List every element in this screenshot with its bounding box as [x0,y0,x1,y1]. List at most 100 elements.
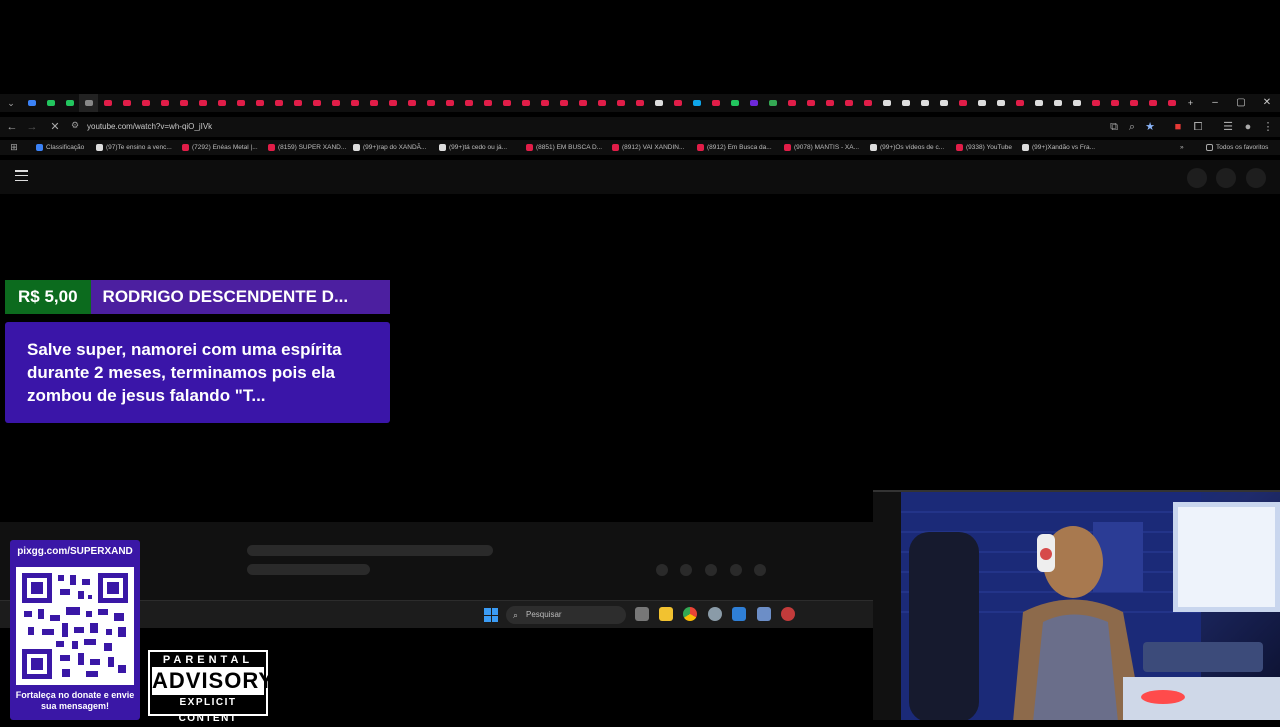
browser-tab[interactable] [402,94,421,112]
back-icon[interactable]: ← [4,119,20,135]
bookmark-item[interactable]: (99+)tá cedo ou já... [439,140,507,155]
browser-tab[interactable] [896,94,915,112]
browser-tab[interactable] [1162,94,1181,112]
browser-tab[interactable] [858,94,877,112]
browser-tab[interactable] [1086,94,1105,112]
bookmark-item[interactable]: (8851) EM BUSCA D... [526,140,602,155]
address-bar[interactable]: youtube.com/watch?v=wh-qiO_jIVk [87,120,212,134]
browser-tab[interactable] [877,94,896,112]
maximize-button[interactable]: ▢ [1228,94,1254,112]
browser-tab[interactable] [174,94,193,112]
browser-tab[interactable] [801,94,820,112]
sidebar-icon[interactable]: ☰ [1220,119,1236,135]
browser-tab[interactable] [79,94,98,112]
hamburger-menu-icon[interactable] [15,170,28,181]
bookmark-item[interactable]: (9338) YouTube [956,140,1012,155]
browser-tab[interactable] [269,94,288,112]
app-icon[interactable] [781,607,795,621]
bookmark-item[interactable]: (8912) Em Busca da... [697,140,772,155]
windows-start-icon[interactable] [484,608,498,622]
bookmark-item[interactable]: Classificação [36,140,84,155]
browser-tab[interactable] [345,94,364,112]
browser-tab[interactable] [383,94,402,112]
browser-tab[interactable] [136,94,155,112]
browser-tab[interactable] [782,94,801,112]
browser-tab[interactable] [250,94,269,112]
bookmark-item[interactable]: (8159) SUPER XAND... [268,140,346,155]
browser-tab[interactable] [60,94,79,112]
browser-tab[interactable] [231,94,250,112]
browser-tab[interactable] [953,94,972,112]
browser-tab[interactable] [288,94,307,112]
browser-tab[interactable] [649,94,668,112]
browser-tab[interactable] [1048,94,1067,112]
browser-tab[interactable] [1010,94,1029,112]
bookmark-star-icon[interactable]: ★ [1142,119,1158,135]
browser-tab[interactable] [839,94,858,112]
menu-icon[interactable]: ⋮ [1260,119,1276,135]
browser-tab[interactable] [516,94,535,112]
account-avatar[interactable] [1246,168,1266,188]
browser-tab[interactable] [611,94,630,112]
browser-tab[interactable] [687,94,706,112]
browser-tab[interactable] [478,94,497,112]
chrome-icon[interactable] [683,607,697,621]
extensions-icon[interactable]: ⧠ [1190,119,1206,135]
bookmark-item[interactable]: (7292) Enéas Metal |... [182,140,258,155]
bookmark-item[interactable]: (8912) VAI XANDIN... [612,140,684,155]
browser-tab[interactable] [22,94,41,112]
all-favorites[interactable]: Todos os favoritos [1206,140,1268,155]
browser-tab[interactable] [326,94,345,112]
taskbar-search[interactable]: ⌕ Pesquisar [506,606,626,624]
more-bookmarks-icon[interactable]: » [1180,140,1184,155]
browser-tab[interactable] [1143,94,1162,112]
profile-avatar[interactable]: ● [1240,119,1256,135]
browser-tab[interactable] [706,94,725,112]
notifications-icon[interactable] [1216,168,1236,188]
browser-tab[interactable] [915,94,934,112]
browser-tab[interactable] [744,94,763,112]
apps-icon[interactable]: ⊞ [6,140,22,156]
browser-tab[interactable] [1105,94,1124,112]
file-explorer-icon[interactable] [659,607,673,621]
browser-tab[interactable] [193,94,212,112]
browser-tab[interactable] [1067,94,1086,112]
browser-tab[interactable] [554,94,573,112]
close-window-button[interactable]: ✕ [1254,94,1280,112]
browser-tab[interactable] [934,94,953,112]
app-icon[interactable] [757,607,771,621]
bookmark-item[interactable]: (99+)Xandão vs Fra... [1022,140,1095,155]
browser-tab[interactable] [117,94,136,112]
bookmark-item[interactable]: (99+)Os vídeos de c... [870,140,944,155]
new-tab-icon[interactable]: + [1181,94,1200,112]
browser-tab[interactable] [497,94,516,112]
browser-tab[interactable] [991,94,1010,112]
browser-tab[interactable] [155,94,174,112]
browser-tab[interactable] [820,94,839,112]
browser-tab[interactable] [440,94,459,112]
bookmark-item[interactable]: (99+)rap do XANDÃ... [353,140,426,155]
browser-tab[interactable] [592,94,611,112]
browser-tab[interactable] [98,94,117,112]
bookmark-item[interactable]: (97)Te ensino a venc... [96,140,172,155]
browser-tab[interactable] [1029,94,1048,112]
browser-tab[interactable] [1124,94,1143,112]
site-info-icon[interactable]: ⚙ [71,120,79,131]
forward-icon[interactable]: → [24,119,40,135]
browser-tab[interactable] [972,94,991,112]
browser-tab[interactable] [725,94,744,112]
browser-tab[interactable] [573,94,592,112]
install-icon[interactable]: ⧉ [1106,119,1122,135]
browser-tab[interactable] [364,94,383,112]
browser-tab[interactable] [459,94,478,112]
browser-tab[interactable] [307,94,326,112]
reload-icon[interactable]: ✕ [47,119,63,135]
extension-icon[interactable]: ■ [1170,119,1186,135]
browser-tab[interactable] [535,94,554,112]
browser-tab[interactable] [212,94,231,112]
browser-tab[interactable] [763,94,782,112]
settings-icon[interactable] [708,607,722,621]
minimize-button[interactable]: – [1202,94,1228,112]
app-icon[interactable] [732,607,746,621]
browser-tab[interactable] [41,94,60,112]
